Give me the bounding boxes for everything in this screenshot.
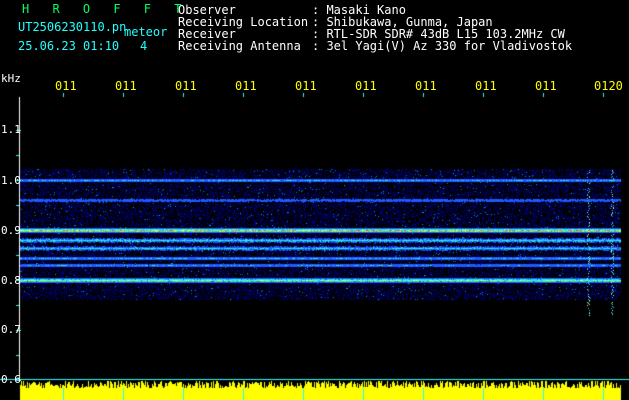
time-tick: 011	[535, 79, 557, 93]
header-labels: Observer Receiving Location Receiver Rec…	[178, 4, 308, 52]
value-antenna: : 3el Yagi(V) Az 330 for Vladivostok	[312, 39, 573, 53]
time-tick: 011	[175, 79, 197, 93]
freq-tick: 1.1	[1, 123, 21, 136]
time-tick: 011	[55, 79, 77, 93]
freq-unit-label: kHz	[1, 72, 21, 85]
header-values: : Masaki Kano : Shibukawa, Gunma, Japan …	[312, 4, 572, 52]
freq-tick: 0.8	[1, 274, 21, 287]
time-tick: 011	[295, 79, 317, 93]
date-time: 25.06.23 01:10	[18, 39, 120, 53]
app-title: H R O F F T	[22, 2, 190, 16]
time-tick: 011	[355, 79, 377, 93]
time-tick: 0120	[594, 79, 623, 93]
time-tick: 011	[475, 79, 497, 93]
freq-tick: 0.9	[1, 224, 21, 237]
label-antenna: Receiving Antenna	[178, 39, 301, 53]
time-tick: 011	[115, 79, 137, 93]
time-tick: 011	[415, 79, 437, 93]
spectrogram-canvas	[0, 0, 629, 400]
freq-tick: 1.0	[1, 174, 21, 187]
file-name: UT2506230110.pn	[18, 20, 127, 34]
type-label: meteor	[124, 25, 168, 39]
time-tick: 011	[235, 79, 257, 93]
event-count: 4	[140, 39, 148, 53]
freq-tick: 0.6	[1, 373, 21, 386]
freq-tick: 0.7	[1, 323, 21, 336]
